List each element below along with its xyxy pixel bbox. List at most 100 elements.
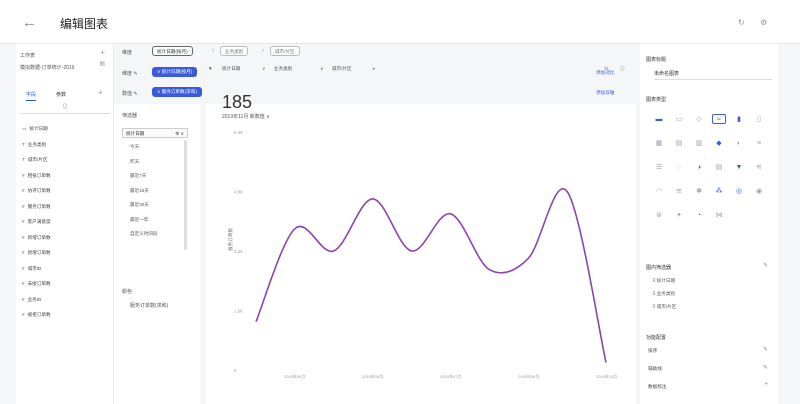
chart-type-icon[interactable]: ▤: [672, 138, 686, 148]
field-label: 业务ID: [27, 296, 42, 302]
chart-type-icon[interactable]: ▥: [692, 138, 706, 148]
field-label: 协评订单数: [27, 188, 51, 193]
filter-option[interactable]: 最近30天: [130, 202, 149, 208]
chart-type-icon[interactable]: ◇: [692, 114, 706, 124]
field-item[interactable]: # 服务订单数: [22, 204, 51, 210]
tab-fields[interactable]: 字段: [26, 91, 37, 101]
edit-icon[interactable]: ✎: [763, 346, 768, 353]
chart-type-icon[interactable]: ⊛: [652, 210, 666, 220]
x-tick-label: 2019年06月: [362, 373, 383, 379]
chart-filter-city[interactable]: 城市/片区: [332, 66, 352, 72]
filter-option[interactable]: 自定义时间段: [130, 231, 158, 237]
format-icon[interactable]: ⅙: [604, 66, 608, 72]
field-item[interactable]: # 未接订单数: [22, 281, 51, 287]
chart-type-icon[interactable]: ☰: [652, 162, 666, 172]
function-item[interactable]: 数据标注: [648, 384, 666, 390]
add-worksheet-icon[interactable]: +: [100, 48, 105, 57]
chart-type-icon[interactable]: ▮: [732, 114, 746, 124]
filter-scrollbar[interactable]: [184, 140, 187, 250]
x-tick-label: 2019年05月: [284, 373, 305, 379]
right-panel: 图表标题 未命名图表 图表类型 ▬ ▭ ◇ ≈ ▮ ▯ ▦ ▤ ▥ ◆ ◐ ≡ ☰ ◌ ◑ ▤ ▼ ≋ ◠ ≌ ✱ ⁂ ◎ ◉…: [640, 44, 778, 404]
field-item[interactable]: # 客户满意度: [22, 219, 51, 225]
chart-type-icon[interactable]: ◠: [652, 186, 666, 196]
field-item[interactable]: T 城市/片区: [22, 157, 47, 163]
field-item[interactable]: # 新增订单数: [22, 235, 51, 241]
chart-type-icon[interactable]: ▬: [652, 114, 666, 124]
field-item[interactable]: # 租投订单数: [22, 173, 51, 179]
field-label: 业务类别: [27, 141, 47, 147]
back-arrow-icon[interactable]: ←: [22, 14, 37, 31]
chart-type-icon[interactable]: ≋: [752, 162, 766, 172]
field-item[interactable]: T 业务类别: [22, 142, 46, 148]
filter-dropdown[interactable]: 统计日期 ⚙ ∨: [122, 128, 188, 138]
edit-icon[interactable]: ✎: [763, 364, 768, 371]
chart-type-icon[interactable]: ▤: [712, 162, 726, 172]
field-item[interactable]: # 业务ID: [22, 297, 41, 303]
worksheet-name[interactable]: 模拟数据-订单统计-2019: [20, 64, 74, 71]
series-line: [255, 188, 607, 363]
field-label: 未接订单数: [27, 281, 51, 286]
settings-icon[interactable]: ⚙: [760, 18, 767, 27]
filter-option[interactable]: 最近15天: [130, 188, 149, 194]
function-item[interactable]: 辅助线: [648, 366, 662, 372]
chart-type-icon[interactable]: ◔: [692, 210, 706, 220]
chart-type-icon[interactable]: ≡: [752, 138, 766, 148]
filter-option[interactable]: 今天: [130, 144, 139, 150]
chart-type-icon[interactable]: ▼: [732, 162, 746, 172]
inner-filter-item[interactable]: ⠿ 统计日期: [652, 278, 675, 284]
right-scrollbar[interactable]: [780, 44, 800, 404]
chart-type-icon[interactable]: ◑: [692, 162, 706, 172]
field-item[interactable]: # 新增订单数: [22, 250, 51, 256]
dimension-pill-category[interactable]: 业务类别: [220, 46, 249, 56]
chart-type-icon[interactable]: ◉: [752, 186, 766, 196]
chart-type-icon[interactable]: ◎: [732, 186, 746, 196]
info-icon[interactable]: ⓘ: [620, 66, 625, 72]
chart-type-icon[interactable]: ◆: [712, 138, 726, 148]
function-item[interactable]: 排序: [648, 348, 657, 354]
refresh-icon[interactable]: ↻: [738, 18, 745, 27]
edit-icon[interactable]: ✎: [763, 262, 768, 269]
filter-option[interactable]: 最近一年: [130, 217, 148, 223]
add-icon[interactable]: +: [764, 382, 768, 388]
value-label[interactable]: 数值 ✎: [122, 90, 138, 97]
add-axis-link[interactable]: 添加双轴: [596, 90, 614, 96]
trend-pill[interactable]: ∨ 统计日期(按月): [152, 67, 198, 77]
inner-filter-item[interactable]: ⠿ 业务类别: [652, 291, 675, 297]
field-item[interactable]: # 协评订单数: [22, 188, 51, 194]
dimension-pill-city[interactable]: 城市/片区: [270, 46, 300, 56]
gear-icon[interactable]: ⚙ ∨: [175, 131, 184, 137]
chart-type-icon[interactable]: ◌: [672, 162, 686, 172]
chart-type-icon[interactable]: ▦: [652, 138, 666, 148]
chart-type-icon[interactable]: ▭: [672, 114, 686, 124]
field-item[interactable]: ▭ 统计日期: [22, 126, 48, 132]
filter-option[interactable]: 昨天: [130, 159, 139, 165]
chart-type-icon[interactable]: ✦: [672, 210, 686, 220]
field-item[interactable]: # 城市ID: [22, 266, 41, 272]
chart-type-icon[interactable]: ≈: [712, 114, 726, 124]
doc-icon[interactable]: ▤: [99, 60, 105, 67]
chart-type-icon[interactable]: ≌: [672, 186, 686, 196]
chevron-down-icon: ∨: [320, 66, 324, 71]
inner-filter-item[interactable]: ⠿ 城市/片区: [652, 304, 676, 310]
tab-params[interactable]: 参数: [56, 91, 66, 98]
field-label: 被拒订单数: [27, 312, 51, 317]
chart-type-icon[interactable]: ✱: [692, 186, 706, 196]
field-item[interactable]: # 被拒订单数: [22, 312, 51, 318]
dimension-pill-date[interactable]: 统计日期(按月): [152, 46, 193, 56]
chart-type-icon[interactable]: ⋈: [712, 210, 726, 220]
search-icon[interactable]: Q: [20, 104, 110, 114]
chart-filter-category[interactable]: 业务类别: [274, 66, 292, 72]
trend-label[interactable]: 维度 ✎: [122, 70, 138, 77]
number-type-icon: #: [22, 234, 25, 240]
chart-type-icon[interactable]: ◐: [732, 138, 746, 148]
text-type-icon: T: [22, 141, 25, 147]
filter-option[interactable]: 最近7天: [130, 173, 146, 179]
value-pill[interactable]: ∨ 服务订单数(求和): [152, 87, 202, 97]
chart-type-icon[interactable]: ▯: [752, 114, 766, 124]
chart-type-icon[interactable]: ⁂: [712, 186, 726, 196]
x-tick-label: 2019年07月: [440, 373, 461, 379]
chart-title-input[interactable]: 未命名图表: [654, 70, 772, 80]
color-value[interactable]: 服务订单数(求和): [130, 302, 168, 309]
filter-icon[interactable]: ▼: [208, 66, 213, 71]
chart-filter-date[interactable]: 统计日期: [222, 66, 240, 72]
